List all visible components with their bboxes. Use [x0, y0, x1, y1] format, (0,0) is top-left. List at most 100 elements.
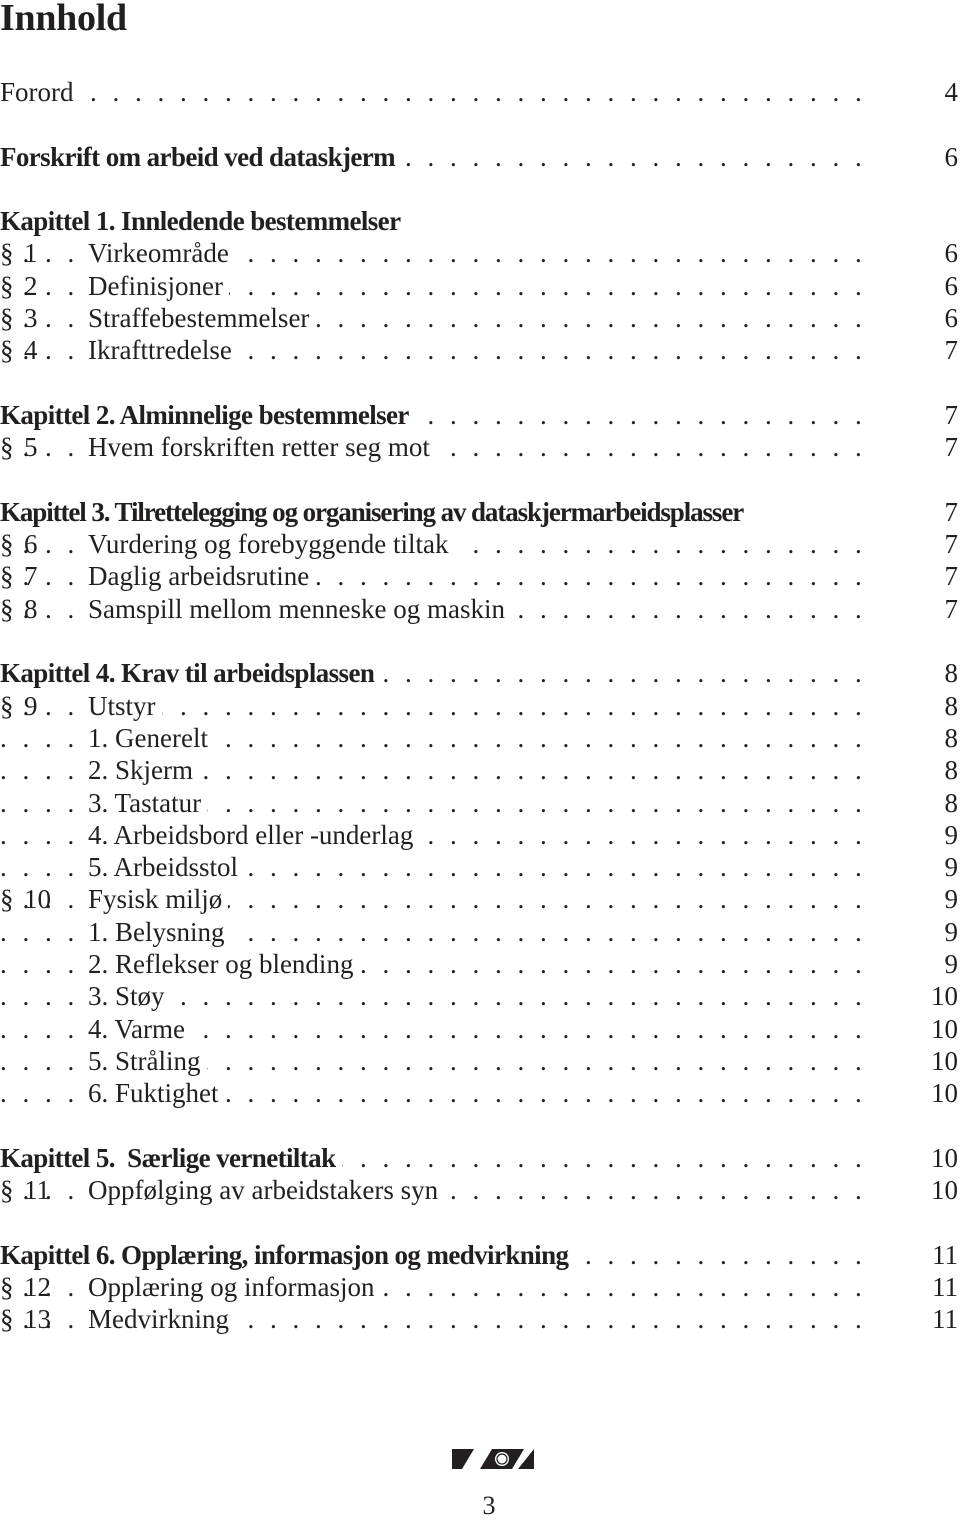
toc-subsection[interactable]: 6. Fuktighet . . . . . . . . . . . . . .… [0, 1077, 960, 1110]
toc-entry-label: Hvem forskriften retter seg mot [88, 431, 436, 464]
toc-page-number: 8 [944, 722, 959, 753]
toc-page-number: 8 [944, 690, 959, 721]
toc-heading-kapittel-5[interactable]: Kapittel 5. Særlige vernetiltak . . . . … [0, 1141, 960, 1174]
toc-page-number: 9 [944, 916, 959, 947]
toc-section-10[interactable]: § 10 Fysisk miljø . . . . . . . . . . . … [0, 883, 960, 916]
toc-heading-forskrift[interactable]: Forskrift om arbeid ved dataskjerm . . .… [0, 140, 960, 173]
toc-entry-label: Virkeområde [88, 237, 235, 270]
toc-subsection[interactable]: 4. Arbeidsbord eller -underlag . . . . .… [0, 818, 960, 851]
toc-subsection[interactable]: 3. Støy . . . . . . . . . . . . . . . . … [0, 980, 960, 1013]
toc-section-2[interactable]: § 2 Definisjoner . . . . . . . . . . . .… [0, 269, 960, 302]
section-number: 9 [24, 690, 38, 721]
dot-leader: . . . . . . . . . . . . . . . . . . . . … [0, 77, 868, 107]
toc-heading-kapittel-3[interactable]: Kapittel 3. Tilrettelegging og organiser… [0, 495, 960, 528]
toc-entry-label: 6. Fuktighet [88, 1077, 225, 1110]
toc-section-11[interactable]: § 11 Oppfølging av arbeidstakers syn . .… [0, 1174, 960, 1207]
toc-entry-label: Kapittel 3. Tilrettelegging og organiser… [0, 495, 750, 528]
toc-section-8[interactable]: § 8 Samspill mellom menneske og maskin .… [0, 592, 960, 625]
toc-entry-label: Kapittel 4. Krav til arbeidsplassen [0, 657, 381, 690]
section-number: 6 [24, 529, 38, 560]
toc-entry-label: Kapittel 2. Alminnelige bestemmelser [0, 398, 415, 431]
toc-entry-forord[interactable]: Forord . . . . . . . . . . . . . . . . .… [0, 76, 960, 108]
toc-page-number: 7 [944, 399, 959, 430]
section-symbol-icon: § [0, 1174, 14, 1207]
section-symbol-icon: § [0, 1303, 14, 1336]
section-symbol-icon: § [0, 334, 14, 367]
section-number: 7 [24, 561, 38, 592]
toc-subsection[interactable]: 4. Varme . . . . . . . . . . . . . . . .… [0, 1012, 960, 1045]
toc-entry-label: 5. Stråling [88, 1044, 207, 1077]
toc-page-number: 9 [944, 949, 959, 980]
toc-page-number: 10 [931, 1045, 958, 1076]
toc-page-number: 10 [931, 981, 958, 1012]
toc-page-number: 9 [944, 884, 959, 915]
toc-subsection[interactable]: 3. Tastatur . . . . . . . . . . . . . . … [0, 786, 960, 819]
toc-page-number: 8 [944, 658, 959, 689]
toc-page-number: 7 [944, 432, 959, 463]
toc-entry-label: Daglig arbeidsrutine [88, 560, 316, 593]
toc-entry-label: 3. Tastatur [88, 786, 208, 819]
toc-entry-label: 4. Varme [88, 1012, 191, 1045]
toc-section-13[interactable]: § 13 Medvirkning . . . . . . . . . . . .… [0, 1303, 960, 1336]
section-symbol-icon: § [0, 689, 14, 722]
toc-page-number: 10 [931, 1175, 958, 1206]
toc-entry-label: Opplæring og informasjon [88, 1270, 381, 1303]
toc-section-7[interactable]: § 7 Daglig arbeidsrutine . . . . . . . .… [0, 560, 960, 593]
section-number: 2 [24, 270, 38, 301]
toc-page-number: 10 [931, 1078, 958, 1109]
toc-entry-label: Kapittel 5. Særlige vernetiltak [0, 1141, 342, 1174]
toc-subsection[interactable]: 2. Reflekser og blending . . . . . . . .… [0, 948, 960, 981]
toc-subsection[interactable]: 1. Belysning . . . . . . . . . . . . . .… [0, 915, 960, 948]
toc-page-number: 7 [944, 496, 959, 527]
toc-section-6[interactable]: § 6 Vurdering og forebyggende tiltak . .… [0, 528, 960, 561]
toc-section-5[interactable]: § 5 Hvem forskriften retter seg mot . . … [0, 431, 960, 464]
toc-section-9[interactable]: § 9 Utstyr . . . . . . . . . . . . . . .… [0, 689, 960, 722]
toc-heading-kapittel-4[interactable]: Kapittel 4. Krav til arbeidsplassen . . … [0, 657, 960, 690]
toc-entry-label: Straffebestemmelser [88, 302, 316, 335]
toc-heading-kapittel-2[interactable]: Kapittel 2. Alminnelige bestemmelser . .… [0, 398, 960, 431]
toc-entry-label: Kapittel 1. Innledende bestemmelser [0, 205, 401, 238]
toc-entry-label: 1. Belysning [88, 915, 231, 948]
section-symbol-icon: § [0, 560, 14, 593]
section-number: 4 [24, 335, 38, 366]
toc-page-number: 11 [932, 1271, 958, 1302]
toc-entry-label: Forskrift om arbeid ved dataskjerm [0, 140, 402, 173]
section-number: 8 [24, 593, 38, 624]
toc-entry-label: Oppfølging av arbeidstakers syn [88, 1174, 445, 1207]
toc-page-number: 7 [944, 335, 959, 366]
toc-entry-label: 3. Støy [88, 980, 171, 1013]
toc-page-number: 6 [944, 270, 959, 301]
section-symbol-icon: § [0, 237, 14, 270]
toc-section-12[interactable]: § 12 Opplæring og informasjon . . . . . … [0, 1270, 960, 1303]
toc-page-number: 11 [932, 1239, 958, 1270]
section-number: 13 [24, 1304, 51, 1335]
toc-entry-label: Definisjoner [88, 269, 229, 302]
toc-section-1[interactable]: § 1 Virkeområde . . . . . . . . . . . . … [0, 237, 960, 270]
toc-entry-label: Kapittel 6. Opplæring, informasjon og me… [0, 1238, 575, 1271]
toc-entry-label: 5. Arbeidsstol [88, 851, 245, 884]
toc-page-number: 8 [944, 755, 959, 786]
section-symbol-icon: § [0, 528, 14, 561]
toc-subsection[interactable]: 5. Stråling . . . . . . . . . . . . . . … [0, 1044, 960, 1077]
toc-page-number: 7 [944, 561, 959, 592]
section-number: 12 [24, 1271, 51, 1302]
toc-subsection[interactable]: 5. Arbeidsstol . . . . . . . . . . . . .… [0, 851, 960, 884]
toc-entry-label: 2. Reflekser og blending [88, 948, 360, 981]
section-number: 10 [24, 884, 51, 915]
toc-section-4[interactable]: § 4 Ikrafttredelse . . . . . . . . . . .… [0, 334, 960, 367]
toc-heading-kapittel-6[interactable]: Kapittel 6. Opplæring, informasjon og me… [0, 1238, 960, 1271]
arbeidstilsynet-logo-icon [452, 1449, 534, 1469]
toc-section-3[interactable]: § 3 Straffebestemmelser . . . . . . . . … [0, 302, 960, 335]
table-of-contents: Forord . . . . . . . . . . . . . . . . .… [0, 76, 960, 1336]
section-symbol-icon: § [0, 269, 14, 302]
toc-subsection[interactable]: 1. Generelt . . . . . . . . . . . . . . … [0, 721, 960, 754]
toc-page-number: 8 [944, 787, 959, 818]
toc-subsection[interactable]: 2. Skjerm . . . . . . . . . . . . . . . … [0, 754, 960, 787]
toc-entry-label: Utstyr [88, 689, 162, 722]
toc-page-number: 11 [932, 1304, 958, 1335]
toc-heading-kapittel-1[interactable]: Kapittel 1. Innledende bestemmelser [0, 205, 960, 238]
logo-stripe-left [452, 1449, 474, 1469]
toc-page-number: 10 [931, 1013, 958, 1044]
section-symbol-icon: § [0, 431, 14, 464]
toc-entry-label: 1. Generelt [88, 721, 214, 754]
